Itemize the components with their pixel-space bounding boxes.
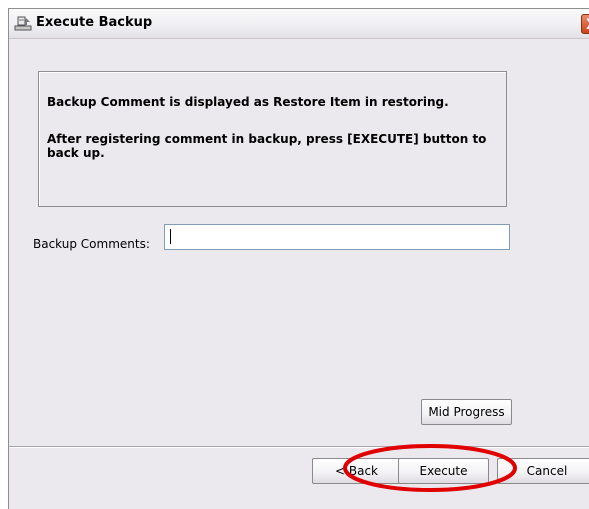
mid-progress-button[interactable]: Mid Progress xyxy=(421,399,512,425)
backup-comments-input[interactable] xyxy=(164,224,510,250)
cancel-button[interactable]: Cancel xyxy=(497,458,589,484)
back-label: < Back xyxy=(334,464,378,478)
cancel-label: Cancel xyxy=(526,464,568,478)
back-button[interactable]: < Back xyxy=(312,458,401,484)
info-panel: Backup Comment is displayed as Restore I… xyxy=(38,71,507,207)
mid-progress-label: Mid Progress xyxy=(428,405,505,419)
close-button[interactable]: X xyxy=(581,14,589,34)
button-separator xyxy=(9,446,589,448)
execute-button[interactable]: Execute xyxy=(398,458,489,484)
backup-app-icon xyxy=(14,15,32,31)
window-title: Execute Backup xyxy=(36,15,153,30)
execute-backup-window: Execute Backup X Backup Comment is displ… xyxy=(8,8,589,509)
info-text-restore-item: Backup Comment is displayed as Restore I… xyxy=(47,95,449,109)
info-text-execute-instruction: After registering comment in backup, pre… xyxy=(47,132,487,160)
backup-comments-label: Backup Comments: xyxy=(33,237,150,251)
title-bar[interactable]: Execute Backup X xyxy=(9,9,589,39)
text-caret xyxy=(170,229,171,244)
execute-label: Execute xyxy=(419,464,468,478)
